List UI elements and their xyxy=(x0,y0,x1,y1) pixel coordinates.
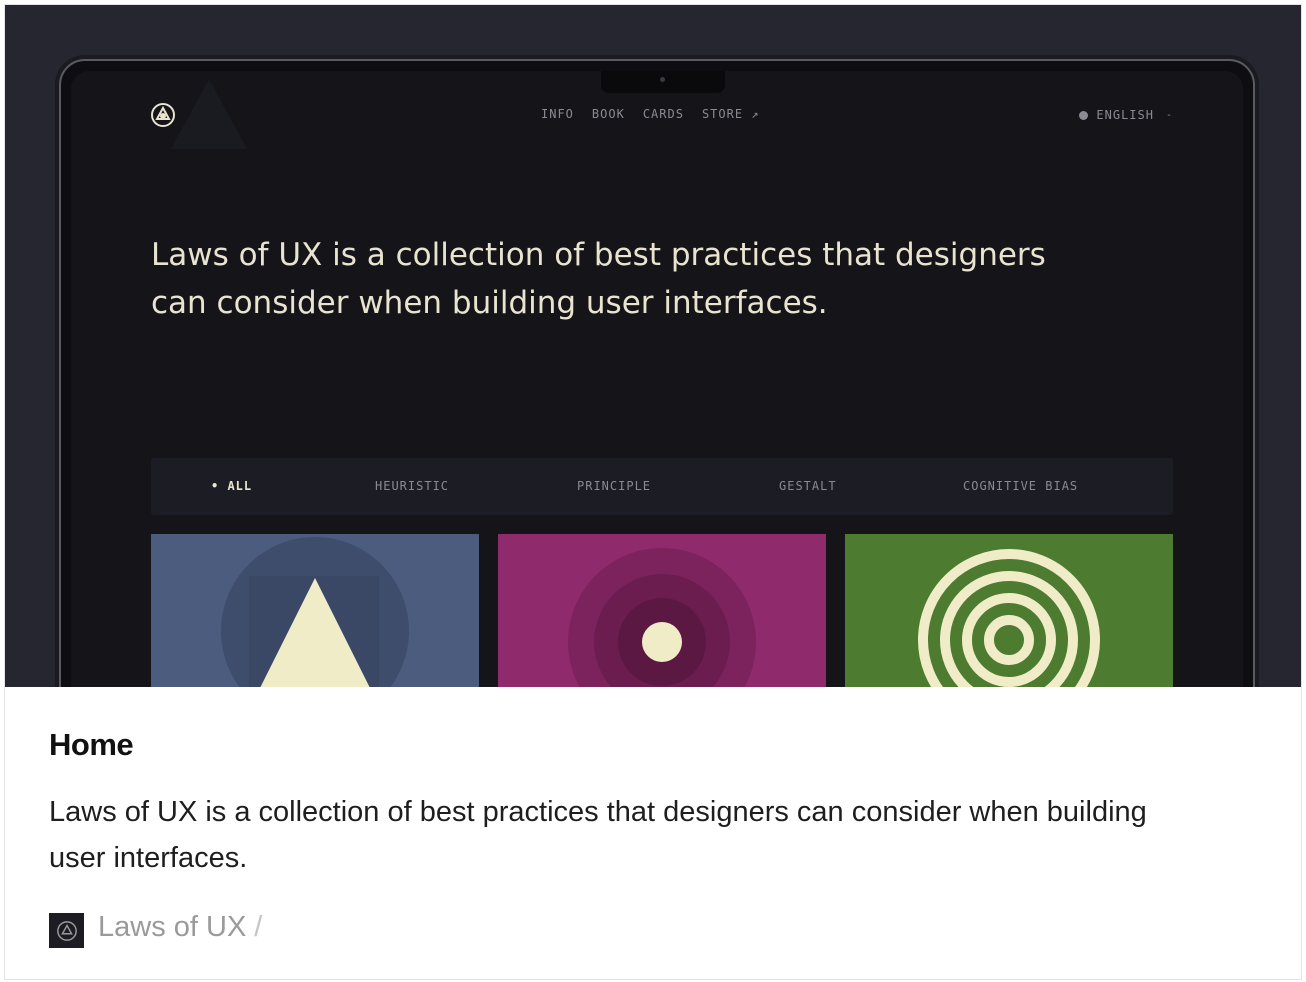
law-card-magenta[interactable] xyxy=(498,534,826,687)
nav-store[interactable]: STORE ↗ xyxy=(702,107,760,121)
filter-gestalt[interactable]: GESTALT xyxy=(779,479,837,493)
preview-image[interactable]: INFO BOOK CARDS STORE ↗ ENGLISH - Laws o… xyxy=(5,5,1301,687)
concentric-dot-icon xyxy=(568,548,756,687)
filter-principle[interactable]: PRINCIPLE xyxy=(577,479,651,493)
link-preview-card[interactable]: INFO BOOK CARDS STORE ↗ ENGLISH - Laws o… xyxy=(4,4,1302,980)
hero-headline: Laws of UX is a collection of best pract… xyxy=(151,237,1046,321)
target-rings-icon xyxy=(918,549,1100,687)
favicon-icon xyxy=(49,913,84,948)
laws-of-ux-logo-icon xyxy=(151,103,175,127)
filter-all[interactable]: • ALL xyxy=(211,479,252,493)
filter-heuristic[interactable]: HEURISTIC xyxy=(375,479,449,493)
decorative-triangle xyxy=(171,79,247,149)
card-info: Home Laws of UX is a collection of best … xyxy=(5,687,1301,979)
source-separator: / xyxy=(254,911,263,943)
source-name: Laws of UX xyxy=(98,911,247,943)
law-card-green[interactable] xyxy=(845,534,1173,687)
category-filter-bar: • ALL HEURISTIC PRINCIPLE GESTALT COGNIT… xyxy=(151,458,1173,515)
laptop-screen: INFO BOOK CARDS STORE ↗ ENGLISH - Laws o… xyxy=(71,71,1243,687)
law-card-blue[interactable] xyxy=(151,534,479,687)
language-label: ENGLISH xyxy=(1096,108,1154,122)
nav-book[interactable]: BOOK xyxy=(592,107,625,121)
filter-cognitive-bias[interactable]: COGNITIVE BIAS xyxy=(963,479,1078,493)
language-selector[interactable]: ENGLISH - xyxy=(1079,108,1173,122)
card-source[interactable]: Laws of UX / xyxy=(49,907,262,948)
triangle-icon xyxy=(221,537,409,687)
chevron-down-icon: - xyxy=(1165,109,1173,121)
top-nav: INFO BOOK CARDS STORE ↗ xyxy=(541,107,760,121)
card-title[interactable]: Home xyxy=(49,727,134,763)
nav-cards[interactable]: CARDS xyxy=(643,107,684,121)
nav-info[interactable]: INFO xyxy=(541,107,574,121)
globe-icon xyxy=(1079,110,1089,120)
laptop-frame: INFO BOOK CARDS STORE ↗ ENGLISH - Laws o… xyxy=(59,59,1255,687)
camera-notch xyxy=(601,71,725,93)
card-description: Laws of UX is a collection of best pract… xyxy=(49,796,1147,874)
